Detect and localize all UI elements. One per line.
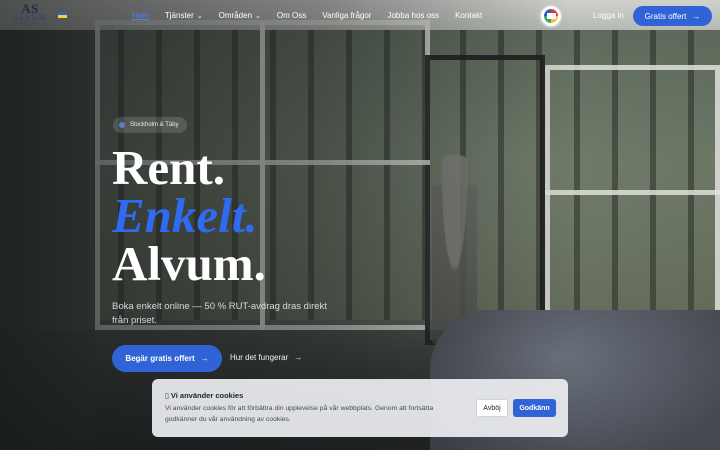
nav-item-label: Vanliga frågor [322,11,372,20]
nav-item-label: Tjänster [164,11,194,20]
location-badge: Stockholm & Täby [113,117,187,133]
nav-item-tjanster[interactable]: Tjänster ⌄ [165,11,203,20]
site-header: AS ALVUM STOCKHOLM Hem Tjänster ⌄ Område… [0,0,720,32]
badge-ring [544,9,558,23]
hero-headline: Rent. Enkelt. Alvum. [112,140,266,291]
hero-subtitle: Boka enkelt online — 50 % RUT-avdrag dra… [112,301,327,326]
how-it-works-link[interactable]: Hur det fungerar → [230,353,302,362]
arrow-right-icon: → [692,11,701,21]
login-link[interactable]: Logga in [593,11,624,20]
chevron-down-icon: ⌄ [255,12,261,20]
decline-cookies-button[interactable]: Avböj [476,399,508,417]
nav-item-kontakt[interactable]: Kontakt [455,11,482,20]
nav-item-label: Kontakt [455,11,483,20]
cookie-description: Vi använder cookies för att förbättra di… [165,405,434,423]
nav-item-omraden[interactable]: Områden ⌄ [219,11,261,20]
headline-line-3: Alvum. [112,236,266,291]
certification-badge-icon[interactable] [539,4,563,28]
accept-cookies-button[interactable]: Godkänn [513,399,556,417]
request-quote-button[interactable]: Begär gratis offert → [112,345,222,372]
swedish-flag-icon [58,12,67,18]
arrow-right-icon: → [200,354,209,363]
nav-item-label: Jobba hos oss [387,11,440,20]
nav-item-label: Områden [218,11,253,20]
free-quote-label: Gratis offert [644,11,687,21]
nav-item-label: Hem [132,11,149,20]
logo-tagline: STOCKHOLM [12,21,48,26]
nav-item-om-oss[interactable]: Om Oss [277,11,306,20]
location-dot-icon [119,122,125,128]
headline-line-2: Enkelt. [112,188,258,243]
nav-item-vanliga-fragor[interactable]: Vanliga frågor [322,11,371,20]
cookie-title-text: Vi använder cookies [170,391,244,400]
nav-item-jobba-hos-oss[interactable]: Jobba hos oss [387,11,439,20]
free-quote-button[interactable]: Gratis offert → [633,6,712,26]
how-it-works-label: Hur det fungerar [230,353,289,362]
nav-item-label: Om Oss [276,11,307,20]
headline-line-1: Rent. [112,140,225,195]
chevron-down-icon: ⌄ [196,12,203,20]
arrow-right-icon: → [294,353,303,362]
badge-center [546,13,556,19]
main-nav: Hem Tjänster ⌄ Områden ⌄ Om Oss Vanliga … [132,11,498,20]
request-quote-label: Begär gratis offert [125,354,195,363]
location-label: Stockholm & Täby [130,122,179,128]
brand-logo[interactable]: AS ALVUM STOCKHOLM [10,2,70,31]
nav-item-hem[interactable]: Hem [132,11,149,20]
cookie-icon: ▯ [165,392,169,400]
cookie-title: ▯ Vi använder cookies [165,391,243,400]
